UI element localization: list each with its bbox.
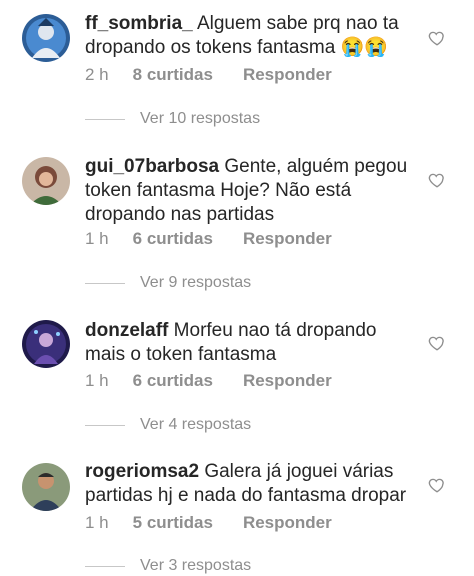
comment-username[interactable]: rogeriomsa2 [85, 461, 199, 482]
divider-line [85, 282, 125, 284]
heart-outline-icon[interactable] [428, 476, 446, 494]
likes-count[interactable]: 6 curtidas [133, 371, 213, 390]
comment-time: 2 h [85, 65, 109, 84]
view-replies-label: Ver 10 respostas [140, 110, 261, 127]
comment-time: 1 h [85, 371, 109, 390]
likes-count[interactable]: 5 curtidas [133, 513, 213, 532]
avatar[interactable] [22, 14, 70, 62]
view-replies-button[interactable]: Ver 4 respostas [85, 415, 251, 435]
reply-button[interactable]: Responder [243, 229, 332, 248]
view-replies-label: Ver 9 respostas [140, 274, 252, 291]
view-replies-label: Ver 4 respostas [140, 416, 252, 433]
heart-outline-icon[interactable] [428, 334, 446, 352]
avatar[interactable] [22, 463, 70, 511]
reply-button[interactable]: Responder [243, 513, 332, 532]
comment-meta: 1 h 6 curtidas Responder [85, 371, 332, 391]
comment-meta: 1 h 6 curtidas Responder [85, 229, 332, 249]
comment-username[interactable]: donzelaff [85, 320, 168, 341]
heart-outline-icon[interactable] [428, 29, 446, 47]
avatar[interactable] [22, 320, 70, 368]
comment-meta: 2 h 8 curtidas Responder [85, 65, 332, 85]
avatar[interactable] [22, 157, 70, 205]
reply-button[interactable]: Responder [243, 65, 332, 84]
comment-text: gui_07barbosa Gente, alguém pegou token … [85, 155, 415, 227]
divider-line [85, 565, 125, 567]
divider-line [85, 118, 125, 120]
likes-count[interactable]: 8 curtidas [133, 65, 213, 84]
divider-line [85, 424, 125, 426]
likes-count[interactable]: 6 curtidas [133, 229, 213, 248]
view-replies-button[interactable]: Ver 9 respostas [85, 273, 251, 293]
heart-outline-icon[interactable] [428, 171, 446, 189]
comment-time: 1 h [85, 229, 109, 248]
view-replies-button[interactable]: Ver 10 respostas [85, 109, 260, 129]
comment-time: 1 h [85, 513, 109, 532]
view-replies-label: Ver 3 respostas [140, 557, 252, 574]
comment-text: ff_sombria_ Alguem sabe prq nao ta dropa… [85, 12, 415, 60]
comment-meta: 1 h 5 curtidas Responder [85, 513, 332, 533]
comment-text: rogeriomsa2 Galera já joguei várias part… [85, 460, 415, 508]
reply-button[interactable]: Responder [243, 371, 332, 390]
view-replies-button[interactable]: Ver 3 respostas [85, 556, 251, 576]
comment-username[interactable]: ff_sombria_ [85, 13, 193, 34]
comment-text: donzelaff Morfeu nao tá dropando mais o … [85, 319, 415, 367]
comment-username[interactable]: gui_07barbosa [85, 156, 219, 177]
